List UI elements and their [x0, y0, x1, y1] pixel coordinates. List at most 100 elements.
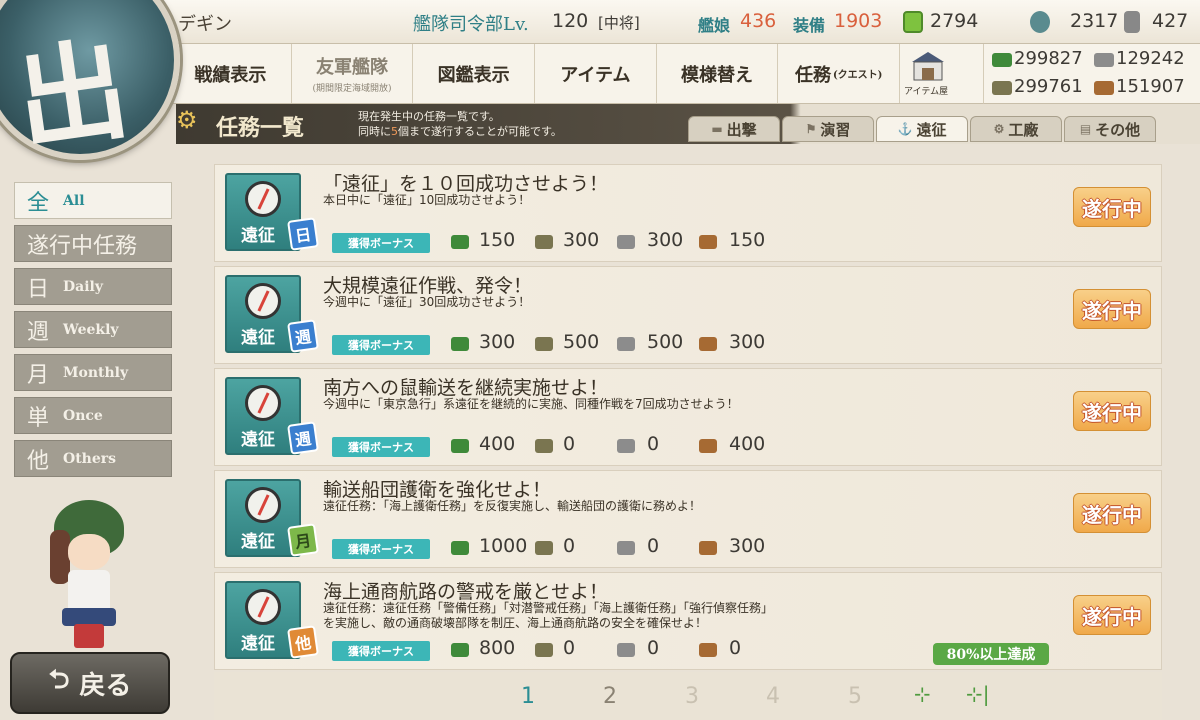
expedition-icon: ⚓ — [897, 122, 913, 136]
exercise-icon: ⚑ — [805, 122, 817, 136]
reward-fuel: 800 — [479, 637, 516, 659]
steel-icon — [617, 337, 635, 351]
next-page-arrow-icon[interactable]: ⊹ — [914, 682, 931, 706]
filter-weekly[interactable]: 週 Weekly — [14, 311, 172, 348]
reward-bauxite: 400 — [729, 433, 766, 455]
tab-exercise[interactable]: ⚑ 演習 — [782, 116, 874, 142]
filter-daily[interactable]: 日 Daily — [14, 268, 172, 305]
page-4[interactable]: 4 — [766, 684, 780, 709]
filter-others-kanji: 他 — [27, 448, 50, 474]
quest-description: 遠征任務：「海上護衛任務」を反復実施し、輸送船団の護衛に務めよ！ — [323, 499, 963, 514]
steel-icon — [617, 439, 635, 453]
ships-count: 436 — [740, 10, 777, 32]
filter-others[interactable]: 他 Others — [14, 440, 172, 477]
nav-record-label: 戦績表示 — [194, 64, 267, 86]
nav-record-button[interactable]: 戦績表示 — [170, 44, 292, 103]
nav-quests-label: 任務 — [794, 64, 831, 86]
quest-title: 大規模遠征作戦、発令！ — [323, 275, 533, 297]
nav-friend-fleet-sublabel: (期間限定海域開放) — [312, 84, 392, 94]
nav-quests-button[interactable]: 任務 (クエスト) — [778, 44, 901, 103]
filter-all[interactable]: 全 All — [14, 182, 172, 219]
filter-monthly[interactable]: 月 Monthly — [14, 354, 172, 391]
quest-card[interactable]: 遠征 週 南方への鼠輸送を継続実施せよ！ 今週中に「東京急行」系遠征を継続的に実… — [214, 368, 1162, 466]
quest-note-line1: 現在発生中の任務一覧です。 — [358, 110, 500, 123]
quest-status-button[interactable]: 遂行中 — [1073, 289, 1151, 329]
filter-in-progress[interactable]: 遂行中任務 — [14, 225, 172, 262]
quest-card[interactable]: 遠征 他 海上通商航路の警戒を厳とせよ！ 遠征任務：遠征任務「警備任務」「対潜警… — [214, 572, 1162, 670]
tab-factory[interactable]: ⚙ 工廠 — [970, 116, 1062, 142]
bauxite-icon — [699, 337, 717, 351]
screw-icon — [1124, 11, 1140, 33]
bonus-tag: 獲得ボーナス — [332, 437, 430, 457]
nav-items-button[interactable]: アイテム — [535, 44, 657, 103]
filter-once-kanji: 単 — [27, 405, 50, 431]
compass-icon — [245, 283, 281, 319]
quest-category-label: 遠征 — [241, 226, 275, 246]
tab-exercise-label: 演習 — [820, 120, 851, 139]
tab-sortie[interactable]: ▬ 出撃 — [688, 116, 780, 142]
steel-icon — [1094, 53, 1114, 67]
reward-bauxite: 300 — [729, 331, 766, 353]
quest-title: 「遠征」を１０回成功させよう！ — [323, 173, 609, 195]
ships-label: 艦娘 — [698, 16, 731, 35]
filter-once-label: Once — [63, 407, 103, 424]
tab-expedition[interactable]: ⚓ 遠征 — [876, 116, 968, 142]
nav-encyclopedia-label: 図鑑表示 — [437, 64, 510, 86]
quest-title: 輸送船団護衛を強化せよ！ — [323, 479, 552, 501]
quest-category-label: 遠征 — [241, 532, 275, 552]
quest-card[interactable]: 遠征 週 大規模遠征作戦、発令！ 今週中に「遠征」30回成功させよう！ 獲得ボー… — [214, 266, 1162, 364]
quest-status-button[interactable]: 遂行中 — [1073, 595, 1151, 635]
reward-ammo: 300 — [563, 229, 600, 251]
item-shop-button[interactable]: アイテム屋 — [900, 44, 984, 104]
tab-other[interactable]: ▤ その他 — [1064, 116, 1156, 142]
tab-expedition-label: 遠征 — [916, 120, 947, 139]
page-5[interactable]: 5 — [848, 684, 862, 709]
nav-friend-fleet-button[interactable]: 友軍艦隊 (期間限定海域開放) — [292, 44, 414, 103]
bucket-count: 2794 — [930, 10, 979, 32]
hq-level-label: 艦隊司令部Lv. — [413, 14, 529, 35]
reward-fuel: 300 — [479, 331, 516, 353]
reward-ammo: 0 — [563, 535, 576, 557]
quest-frequency-badge: 週 — [287, 319, 319, 353]
back-arrow-icon: ⮌ — [48, 665, 70, 695]
back-button[interactable]: ⮌ 戻る — [10, 652, 170, 714]
quest-status-button[interactable]: 遂行中 — [1073, 391, 1151, 431]
dev-material-count: 2317 — [1070, 10, 1119, 32]
filter-monthly-label: Monthly — [63, 364, 129, 381]
steel-icon — [617, 541, 635, 555]
nav-remodel-button[interactable]: 模様替え — [657, 44, 779, 103]
filter-once[interactable]: 単 Once — [14, 397, 172, 434]
quest-frequency-badge: 他 — [287, 625, 319, 659]
filter-others-label: Others — [63, 450, 117, 467]
page-2[interactable]: 2 — [603, 684, 617, 709]
progress-badge: 80%以上達成 — [933, 643, 1049, 665]
quest-frequency-badge: 日 — [287, 217, 319, 251]
page-3[interactable]: 3 — [685, 684, 699, 709]
reward-ammo: 0 — [563, 433, 576, 455]
nav-friend-fleet-label: 友軍艦隊 — [316, 57, 388, 78]
sortie-emblem: 出 — [0, 0, 180, 167]
quest-status-button[interactable]: 遂行中 — [1073, 493, 1151, 533]
reward-fuel: 400 — [479, 433, 516, 455]
secretary-ship-character — [40, 490, 140, 650]
page-1[interactable]: 1 — [521, 684, 535, 709]
nav-encyclopedia-button[interactable]: 図鑑表示 — [413, 44, 536, 103]
reward-bauxite: 0 — [729, 637, 742, 659]
ammo-icon — [992, 81, 1012, 95]
reward-steel: 0 — [647, 535, 660, 557]
bauxite-count: 151907 — [1116, 76, 1185, 97]
quest-card[interactable]: 遠征 月 輸送船団護衛を強化せよ！ 遠征任務：「海上護衛任務」を反復実施し、輸送… — [214, 470, 1162, 568]
last-page-arrow-icon[interactable]: ⊹| — [966, 682, 990, 706]
quest-title: 南方への鼠輸送を継続実施せよ！ — [323, 377, 609, 399]
reward-steel: 0 — [647, 433, 660, 455]
equipment-count: 1903 — [834, 10, 883, 32]
reward-bauxite: 150 — [729, 229, 766, 251]
admiral-rank: [中将] — [598, 14, 640, 32]
factory-icon: ⚙ — [993, 122, 1005, 136]
filter-daily-label: Daily — [63, 278, 103, 295]
quest-status-button[interactable]: 遂行中 — [1073, 187, 1151, 227]
quest-card[interactable]: 遠征 日 「遠征」を１０回成功させよう！ 本日中に「遠征」10回成功させよう！ … — [214, 164, 1162, 262]
filter-weekly-label: Weekly — [63, 321, 119, 338]
quest-description: 遠征任務：遠征任務「警備任務」「対潜警戒任務」「海上護衛任務」「強行偵察任務」 … — [323, 601, 963, 631]
nav-quests-sublabel: (クエスト) — [832, 70, 883, 81]
